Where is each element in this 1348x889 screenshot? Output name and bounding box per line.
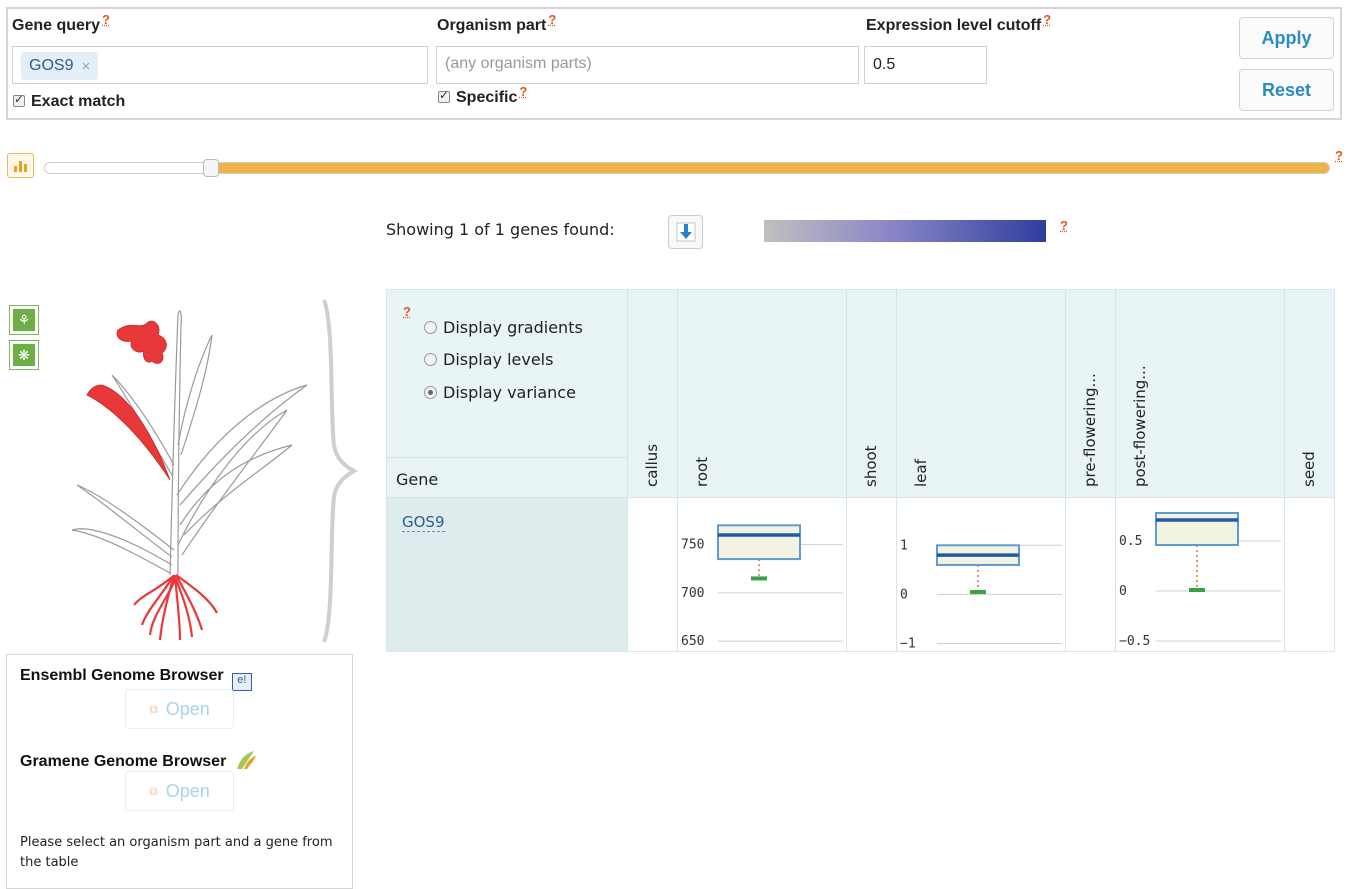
anatomy-plant-button[interactable]: ⚘: [9, 305, 39, 335]
gene-tag[interactable]: GOS9 ×: [21, 52, 99, 80]
heatmap-table: ? Display gradients Display levels Displ…: [386, 289, 1335, 652]
box: [1155, 512, 1239, 546]
gene-row: GOS9: [402, 513, 445, 532]
column-header-shoot[interactable]: shoot: [862, 445, 880, 487]
ensembl-browser-row: Ensembl Genome Browser e!: [20, 667, 252, 691]
min-marker: [751, 576, 767, 581]
root-highlight[interactable]: [133, 574, 218, 641]
remove-tag-icon[interactable]: ×: [81, 58, 90, 75]
boxplot-leaf[interactable]: 1 0 −1: [897, 498, 1064, 651]
leaf-highlight[interactable]: [86, 384, 171, 481]
gramene-browser-row: Gramene Genome Browser: [20, 749, 258, 771]
panicle-highlight[interactable]: [116, 320, 167, 364]
bar-chart-icon[interactable]: [7, 153, 34, 178]
ensembl-logo-icon: e!: [231, 673, 252, 691]
expression-cutoff-input[interactable]: 0.5: [864, 46, 987, 84]
tick-label: −0.5: [1119, 634, 1150, 649]
specific-checkbox[interactable]: Specific?: [438, 85, 527, 107]
box: [717, 524, 801, 561]
display-gradients-radio[interactable]: Display gradients: [424, 318, 583, 337]
tick-label: 750: [681, 538, 704, 553]
exact-match-checkbox[interactable]: Exact match: [13, 92, 125, 111]
tick-label: 0: [1119, 584, 1127, 599]
min-marker: [1189, 588, 1205, 592]
tick-label: −1: [900, 637, 916, 651]
gramene-logo-icon: [237, 751, 257, 769]
min-marker: [970, 589, 986, 594]
genome-browser-panel: Ensembl Genome Browser e! ⧉ Open Gramene …: [6, 654, 353, 889]
external-link-icon: ⧉: [149, 701, 158, 716]
browser-hint-text: Please select an organism part and a gen…: [20, 835, 333, 870]
ensembl-open-button[interactable]: ⧉ Open: [125, 689, 234, 729]
boxplot-root[interactable]: 750 700 650: [678, 498, 845, 651]
tick-label: 1: [900, 538, 908, 553]
organism-part-input[interactable]: (any organism parts): [436, 46, 859, 84]
reset-button[interactable]: Reset: [1239, 69, 1334, 111]
plant-anatomogram[interactable]: [62, 295, 362, 647]
results-count-text: Showing 1 of 1 genes found:: [386, 220, 615, 239]
expression-slider-track[interactable]: [44, 162, 1330, 174]
checkbox-icon[interactable]: [13, 92, 25, 107]
expression-slider-fill: [211, 163, 1329, 173]
tick-label: 0: [900, 587, 908, 602]
gramene-open-button[interactable]: ⧉ Open: [125, 771, 234, 811]
boxplot-post-flowering[interactable]: 0.5 0 −0.5: [1116, 498, 1283, 651]
display-variance-radio[interactable]: Display variance: [424, 383, 576, 402]
plant-outline: [71, 310, 308, 576]
plant-icon: ⚘: [13, 309, 35, 331]
display-levels-radio[interactable]: Display levels: [424, 350, 553, 369]
download-button[interactable]: [668, 215, 703, 249]
column-header-pre-flowering[interactable]: pre-flowering...: [1081, 373, 1099, 487]
radio-selected-icon[interactable]: [424, 386, 437, 399]
help-icon[interactable]: ?: [519, 84, 527, 99]
expression-slider-handle[interactable]: [203, 159, 220, 177]
anatomogram-brace: [322, 299, 359, 643]
column-header-post-flowering[interactable]: post-flowering...: [1131, 365, 1149, 487]
column-header-seed[interactable]: seed: [1300, 451, 1318, 487]
tick-label: 0.5: [1119, 534, 1142, 549]
flower-icon: ❋: [13, 344, 35, 366]
expression-gradient-legend: [764, 220, 1046, 242]
help-icon[interactable]: ?: [548, 12, 556, 27]
help-icon[interactable]: ?: [1043, 12, 1051, 27]
apply-button[interactable]: Apply: [1239, 17, 1334, 59]
radio-icon[interactable]: [424, 321, 437, 334]
radio-icon[interactable]: [424, 353, 437, 366]
query-panel: Gene query? GOS9× Exact match Organism p…: [6, 7, 1342, 120]
column-header-callus[interactable]: callus: [643, 444, 661, 487]
organism-part-label: Organism part?: [437, 12, 557, 34]
anatomy-flower-button[interactable]: ❋: [9, 340, 39, 370]
gene-query-input[interactable]: GOS9 ×: [12, 46, 428, 84]
column-header-leaf[interactable]: leaf: [912, 459, 930, 487]
expression-cutoff-label: Expression level cutoff?: [866, 12, 1052, 34]
help-icon[interactable]: ?: [102, 12, 110, 27]
gene-query-label: Gene query?: [12, 12, 110, 34]
column-header-root[interactable]: root: [693, 457, 711, 487]
external-link-icon: ⧉: [149, 783, 158, 798]
tick-label: 650: [681, 634, 704, 649]
checkbox-icon[interactable]: [438, 88, 450, 103]
download-icon: [676, 222, 695, 242]
tick-label: 700: [681, 586, 704, 601]
gene-link[interactable]: GOS9: [402, 513, 445, 532]
gene-column-header: Gene: [396, 470, 439, 489]
